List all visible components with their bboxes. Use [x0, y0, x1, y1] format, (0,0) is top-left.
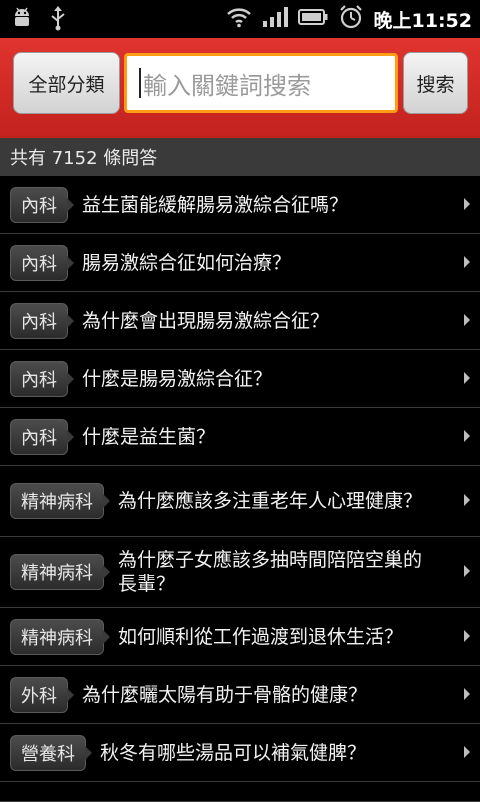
category-badge: 精神病科 [10, 483, 110, 519]
category-badge: 內科 [10, 186, 74, 223]
question-text: 腸易激綜合征如何治療？ [82, 251, 292, 274]
question-count-bar: 共有 7152 條問答 [0, 138, 480, 176]
chevron-right-icon [464, 687, 470, 700]
list-item[interactable]: 內科 腸易激綜合征如何治療？ [0, 234, 480, 292]
status-bar: 晚上11:52 [0, 0, 480, 38]
list-item[interactable]: 外科 為什麼曬太陽有助于骨骼的健康？ [0, 666, 480, 724]
chevron-right-icon [464, 429, 470, 442]
list-item[interactable]: 內科 什麼是腸易激綜合征？ [0, 350, 480, 408]
text-caret [139, 68, 141, 98]
search-button[interactable]: 搜索 [403, 52, 468, 114]
usb-icon [48, 5, 68, 35]
question-text: 如何順利從工作過渡到退休生活？ [118, 625, 404, 648]
chevron-right-icon [464, 371, 470, 384]
question-text: 為什麼會出現腸易激綜合征？ [82, 309, 330, 332]
list-item[interactable]: 內科 益生菌能緩解腸易激綜合征嗎？ [0, 176, 480, 234]
list-item[interactable]: 營養科 秋冬有哪些湯品可以補氣健脾？ [0, 724, 480, 782]
category-badge: 外科 [10, 676, 74, 713]
search-toolbar: 全部分類 輸入關鍵詞搜索 搜索 [0, 38, 480, 138]
chevron-right-icon [464, 745, 470, 758]
list-item-partial[interactable] [0, 782, 480, 802]
question-text: 什麼是益生菌？ [82, 425, 216, 448]
question-text: 什麼是腸易激綜合征？ [82, 367, 273, 390]
question-text: 秋冬有哪些湯品可以補氣健脾？ [100, 741, 367, 764]
list-item[interactable]: 精神病科 為什麼子女應該多抽時間陪陪空巢的長輩？ [0, 537, 480, 608]
question-text: 益生菌能緩解腸易激綜合征嗎？ [82, 193, 349, 216]
chevron-right-icon [464, 197, 470, 210]
chevron-right-icon [464, 565, 470, 577]
chevron-right-icon [464, 494, 470, 506]
search-input[interactable]: 輸入關鍵詞搜索 [124, 53, 398, 113]
list-item[interactable]: 內科 什麼是益生菌？ [0, 408, 480, 466]
android-debug-icon [10, 6, 34, 34]
question-text: 為什麼應該多注重老年人心理健康？ [118, 490, 423, 512]
question-text: 為什麼曬太陽有助于骨骼的健康？ [82, 683, 368, 706]
category-badge: 內科 [10, 360, 74, 397]
category-badge: 內科 [10, 302, 74, 339]
question-text: 為什麼子女應該多抽時間陪陪空巢的長輩？ [118, 549, 423, 595]
chevron-right-icon [464, 255, 470, 268]
category-badge: 內科 [10, 418, 74, 455]
category-badge: 內科 [10, 244, 74, 281]
search-placeholder: 輸入關鍵詞搜索 [143, 71, 311, 100]
list-item[interactable]: 內科 為什麼會出現腸易激綜合征？ [0, 292, 480, 350]
category-badge: 營養科 [10, 734, 92, 771]
wifi-icon [226, 6, 252, 32]
all-categories-button[interactable]: 全部分類 [13, 52, 120, 114]
list-item[interactable]: 精神病科 為什麼應該多注重老年人心理健康？ [0, 466, 480, 537]
signal-icon [262, 6, 288, 32]
category-badge: 精神病科 [10, 554, 110, 590]
clock-time: 晚上11:52 [373, 9, 472, 32]
battery-icon [297, 7, 328, 31]
category-badge: 精神病科 [10, 618, 110, 655]
question-count-text: 共有 7152 條問答 [10, 148, 158, 169]
chevron-right-icon [464, 313, 470, 326]
question-list: 內科 益生菌能緩解腸易激綜合征嗎？ 內科 腸易激綜合征如何治療？ 內科 為什麼會… [0, 176, 480, 802]
chevron-right-icon [464, 629, 470, 642]
alarm-icon [338, 4, 364, 34]
list-item[interactable]: 精神病科 如何順利從工作過渡到退休生活？ [0, 608, 480, 666]
